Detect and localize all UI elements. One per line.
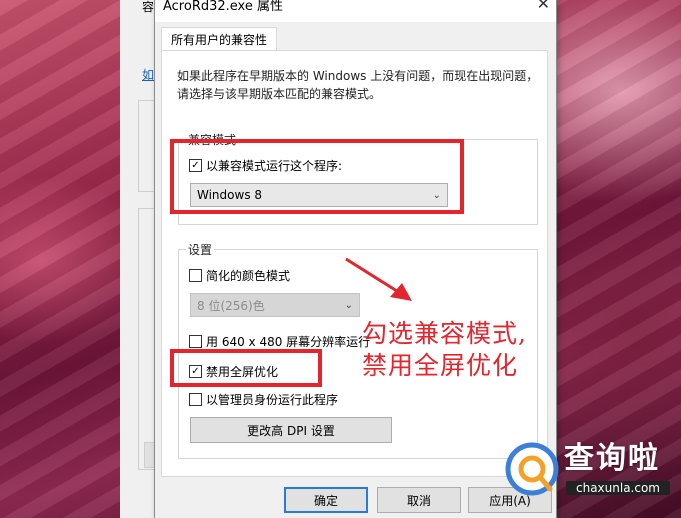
description-line-1: 如果此程序在早期版本的 Windows 上没有问题，而现在出现问题， bbox=[177, 69, 539, 83]
reduced-color-row[interactable]: 简化的颜色模式 bbox=[189, 267, 290, 284]
resolution-label: 用 640 x 480 屏幕分辨率运行 bbox=[206, 335, 371, 349]
background-link-fragment[interactable]: 如 bbox=[142, 66, 154, 83]
description-line-2: 请选择与该早期版本匹配的兼容模式。 bbox=[177, 87, 382, 101]
run-as-admin-label: 以管理员身份运行此程序 bbox=[206, 393, 339, 407]
color-depth-select[interactable]: 8 位(256)色 ⌄ bbox=[190, 293, 360, 317]
ok-button[interactable]: 确定 bbox=[284, 487, 368, 513]
resolution-checkbox[interactable] bbox=[189, 335, 202, 348]
highlight-disable-fullscreen bbox=[170, 349, 322, 387]
run-as-admin-checkbox[interactable] bbox=[189, 393, 202, 406]
annotation-arrow-icon bbox=[345, 257, 412, 301]
annotation-line-1: 勾选兼容模式, bbox=[362, 319, 527, 348]
background-title-fragment: 容 bbox=[142, 0, 155, 14]
title-bar: AcroRd32.exe 属性 ✕ bbox=[155, 0, 556, 22]
watermark-logo: 查询啦 chaxunla.com bbox=[504, 433, 681, 518]
resolution-row[interactable]: 用 640 x 480 屏幕分辨率运行 bbox=[189, 333, 370, 350]
reduced-color-label: 简化的颜色模式 bbox=[206, 269, 291, 283]
magnifier-icon bbox=[505, 442, 559, 496]
settings-legend: 设置 bbox=[186, 241, 215, 258]
cancel-button[interactable]: 取消 bbox=[377, 487, 461, 513]
watermark-url: chaxunla.com bbox=[566, 481, 670, 495]
run-as-admin-row[interactable]: 以管理员身份运行此程序 bbox=[189, 391, 338, 408]
change-high-dpi-button[interactable]: 更改高 DPI 设置 bbox=[190, 417, 392, 443]
close-icon[interactable]: ✕ bbox=[537, 0, 550, 13]
watermark-name: 查询啦 bbox=[564, 441, 660, 476]
annotation-text: 勾选兼容模式, 禁用全屏优化 bbox=[362, 318, 527, 382]
annotation-line-2: 禁用全屏优化 bbox=[362, 351, 519, 380]
reduced-color-checkbox[interactable] bbox=[189, 269, 202, 282]
color-depth-value: 8 位(256)色 bbox=[197, 298, 265, 313]
window-title: AcroRd32.exe 属性 bbox=[163, 0, 283, 14]
highlight-compat-mode bbox=[170, 139, 464, 214]
tab-all-users-compatibility[interactable]: 所有用户的兼容性 bbox=[161, 27, 278, 52]
